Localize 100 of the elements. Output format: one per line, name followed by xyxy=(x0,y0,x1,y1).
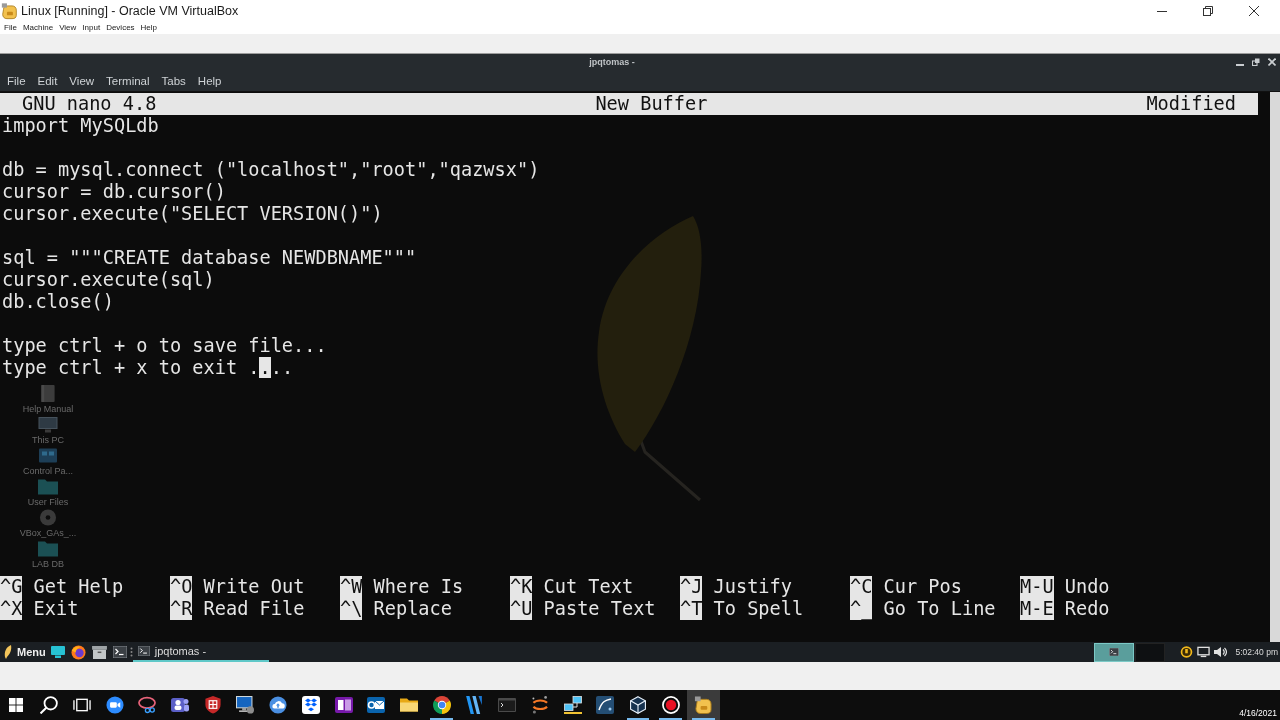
scissors-icon xyxy=(138,696,157,714)
code-line: db.close() xyxy=(1,291,114,313)
restore-icon[interactable] xyxy=(1252,58,1260,66)
shortcut-label: Cut Text xyxy=(543,576,634,598)
feather-icon xyxy=(4,645,12,659)
menu-item[interactable]: Input xyxy=(82,23,101,33)
speaker-icon[interactable] xyxy=(1214,646,1228,658)
minimize-icon[interactable] xyxy=(1157,10,1167,12)
grip-icon xyxy=(129,647,133,657)
shortcut-key: ^C xyxy=(850,576,873,598)
app-tile-icon xyxy=(1,2,18,20)
code-line: type ctrl + o to save file... xyxy=(1,335,327,357)
shortcut-key: M-E xyxy=(1020,598,1054,620)
menu-item[interactable]: Edit xyxy=(37,74,58,87)
shortcut-key: ^\ xyxy=(340,598,363,620)
menu-item[interactable]: Devices xyxy=(106,23,135,33)
network-icon xyxy=(563,696,582,714)
shortcut-label: Exit xyxy=(33,598,79,620)
taskbar-button[interactable] xyxy=(687,690,720,720)
desktop-icon-label: This PC xyxy=(32,435,64,445)
monitor-icon[interactable] xyxy=(1197,646,1211,658)
windows-logo-icon xyxy=(9,698,24,712)
video-camera-icon xyxy=(105,696,124,714)
terminal-icon[interactable] xyxy=(112,646,127,658)
file-cabinet-icon[interactable] xyxy=(91,645,107,659)
shortcut-label: Replace xyxy=(373,598,452,620)
people-icon xyxy=(170,696,189,714)
cloud-upload-icon xyxy=(269,696,288,714)
code-line: cursor.execute("SELECT VERSION()") xyxy=(1,203,383,225)
menu-item[interactable]: File xyxy=(7,74,26,87)
clock: 5:02:40 pm xyxy=(1235,647,1278,657)
terminal-icon xyxy=(137,646,150,656)
modified-status: Modified xyxy=(1146,93,1236,115)
shortcut-label: To Spell xyxy=(713,598,804,620)
menu-item[interactable]: Terminal xyxy=(106,74,150,87)
globe-icon[interactable] xyxy=(70,644,86,660)
shortcut-key: ^W xyxy=(340,576,363,598)
shortcut-label: Paste Text xyxy=(543,598,656,620)
shield-icon xyxy=(203,696,222,714)
shortcut-key: ^T xyxy=(680,598,703,620)
code-line: db = mysql.connect ("localhost","root","qazwsx") xyxy=(1,159,540,181)
window-title: Linux [Running] - Oracle VM VirtualBox xyxy=(21,4,239,18)
shortcut-key: ^J xyxy=(680,576,703,598)
menu-item[interactable]: View xyxy=(69,74,95,87)
scrollbar[interactable] xyxy=(1270,92,1280,642)
shortcut-key: ^U xyxy=(510,598,533,620)
shortcut-label: Where Is xyxy=(373,576,464,598)
minimize-icon[interactable] xyxy=(1236,63,1244,66)
date-text: 4/16/2021 xyxy=(1239,708,1277,718)
menu-item[interactable]: View xyxy=(59,23,77,33)
search-icon xyxy=(40,696,59,714)
menu-button[interactable]: Menu xyxy=(0,642,46,662)
desktop-icon-label: Help Manual xyxy=(22,404,74,414)
terminal-icon xyxy=(1109,648,1120,656)
monitor-icon xyxy=(236,696,255,714)
shortcut-key: M-U xyxy=(1020,576,1054,598)
buffer-name: New Buffer xyxy=(595,93,708,115)
code-line: cursor = db.cursor() xyxy=(1,181,226,203)
menu-item[interactable]: Help xyxy=(197,74,222,87)
segmented-circle-icon xyxy=(432,696,451,714)
shortcut-label: Read File xyxy=(203,598,305,620)
menu-item[interactable]: File xyxy=(4,23,17,33)
orbit-icon xyxy=(530,696,549,714)
desktop-icon-label: User Files xyxy=(27,497,69,507)
desktop-icon-label: LAB DB xyxy=(32,559,64,569)
workspace-button[interactable] xyxy=(1094,642,1135,662)
shortcut-key: ^K xyxy=(510,576,533,598)
menu-item[interactable]: Help xyxy=(140,23,158,33)
shortcut-label: Write Out xyxy=(203,576,305,598)
app-tile-icon xyxy=(694,696,713,714)
shortcut-label: Get Help xyxy=(33,576,124,598)
restore-icon[interactable] xyxy=(1203,6,1213,16)
book-icon xyxy=(38,385,58,402)
shortcut-key: ^X xyxy=(0,598,23,620)
panel-icon xyxy=(38,447,58,464)
close-icon[interactable] xyxy=(1249,6,1259,16)
task-view-icon xyxy=(72,696,91,714)
menu-item[interactable]: Tabs xyxy=(161,74,186,87)
shortcut-label: Cur Pos xyxy=(883,576,962,598)
shortcut-key: ^O xyxy=(170,576,193,598)
desktop-icon[interactable] xyxy=(50,646,65,658)
ring-icon[interactable] xyxy=(1180,646,1194,658)
desktop-icon-label: Control Pa... xyxy=(23,466,73,476)
folder-icon xyxy=(400,696,418,714)
menu-item[interactable]: Machine xyxy=(22,23,54,33)
disc-icon xyxy=(38,509,58,526)
slanted-bars-icon xyxy=(465,696,484,714)
desktop-icon-label: VBox_GAs_... xyxy=(19,528,77,538)
code-line: import MySQLdb xyxy=(1,115,159,137)
terminal-window-icon xyxy=(498,696,517,714)
record-icon xyxy=(661,696,680,714)
shortcut-label: Go To Line xyxy=(883,598,996,620)
shortcut-label: Undo xyxy=(1064,576,1110,598)
shortcut-key: ^R xyxy=(170,598,193,620)
shortcut-label: Justify xyxy=(713,576,792,598)
code-line: sql = """CREATE database NEWDBNAME""" xyxy=(1,247,417,269)
wave-tile-icon xyxy=(596,696,615,714)
code-line: cursor.execute(sql) xyxy=(1,269,215,291)
monitor-icon xyxy=(38,416,58,433)
folder-icon xyxy=(38,478,58,495)
